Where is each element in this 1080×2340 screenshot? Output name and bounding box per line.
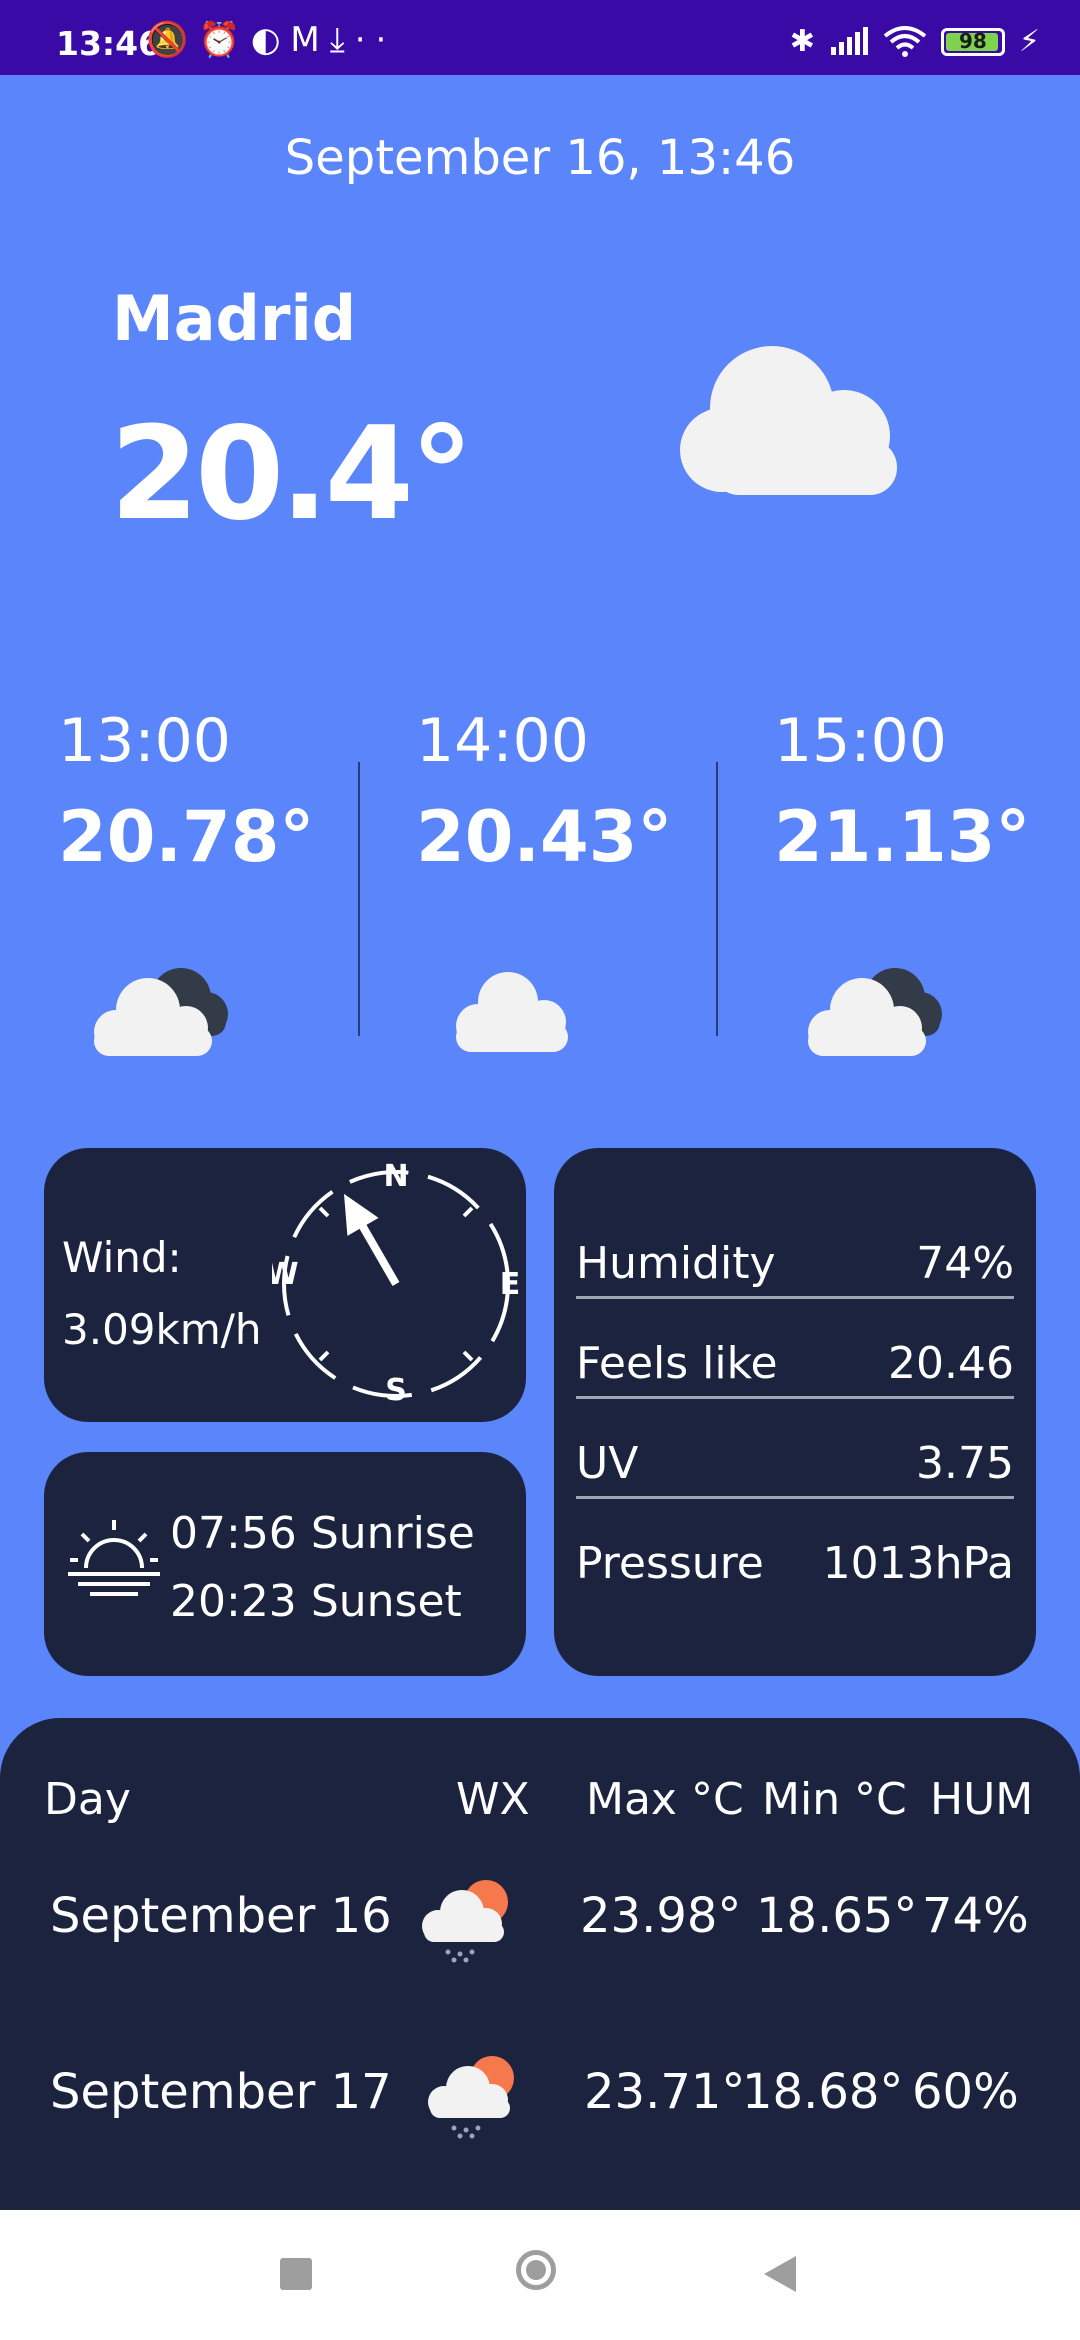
stat-value: 20.46 — [888, 1338, 1014, 1389]
stat-label: Pressure — [576, 1538, 764, 1589]
compass-south-label: S — [385, 1373, 407, 1408]
forecast-day: September 16 — [50, 1888, 392, 1944]
cloud-sun-rain-icon — [422, 1880, 508, 1963]
forecast-min: 18.65° — [756, 1888, 918, 1944]
forecast-max: 23.98° — [580, 1888, 742, 1944]
back-button[interactable] — [762, 2254, 798, 2294]
hour-temperature: 20.43° — [416, 796, 673, 878]
hourly-divider — [358, 762, 360, 1036]
stat-label: Humidity — [576, 1238, 776, 1289]
forecast-min: 18.68° — [742, 2064, 904, 2120]
city-name: Madrid — [112, 282, 357, 355]
hour-temperature: 20.78° — [58, 796, 315, 878]
sunrise-icon — [68, 1520, 160, 1596]
date-time: September 16, 13:46 — [284, 130, 796, 186]
stat-uv: UV 3.75 — [576, 1438, 1014, 1489]
hour-temperature: 21.13° — [774, 796, 1031, 878]
navigation-bar — [0, 2210, 1080, 2340]
header-day: Day — [44, 1774, 131, 1825]
forecast-max: 23.71° — [584, 2064, 746, 2120]
header-wx: WX — [456, 1774, 530, 1825]
battery-icon: 98 — [940, 27, 1005, 56]
more-dots-icon: ·· — [354, 20, 397, 60]
status-right-icons: ✱ 98 ⚡ — [790, 24, 1040, 59]
forecast-day: September 17 — [50, 2064, 392, 2120]
stat-divider — [576, 1396, 1014, 1399]
stats-card: Humidity 74% Feels like 20.46 UV 3.75 Pr… — [554, 1148, 1036, 1676]
sun-card: 07:56 Sunrise 20:23 Sunset — [44, 1452, 526, 1676]
sunset-time: 20:23 — [170, 1576, 297, 1627]
cloud-dark-icon — [808, 968, 942, 1056]
wind-info: Wind: 3.09km/h — [62, 1222, 262, 1366]
wind-card: Wind: 3.09km/h N E S W — [44, 1148, 526, 1422]
hourly-item: 13:00 20.78° — [58, 706, 358, 878]
cloud-icon — [680, 346, 897, 495]
signal-icon — [830, 26, 868, 55]
wind-direction-arrow — [344, 1193, 400, 1286]
status-left-icons: 🔕⏰◐M⤓·· — [146, 20, 396, 60]
header-min: Min °C — [762, 1774, 907, 1825]
hour-time: 14:00 — [416, 706, 589, 776]
recents-button[interactable] — [280, 2258, 312, 2290]
sunrise-time: 07:56 — [170, 1508, 297, 1559]
app-icon: ◐ — [250, 20, 291, 60]
stat-value: 74% — [916, 1238, 1014, 1289]
compass-north-label: N — [383, 1160, 408, 1194]
forecast-table: Day WX Max °C Min °C HUM September 16 23… — [0, 1718, 1080, 2210]
wind-compass: N E S W — [272, 1160, 520, 1408]
wifi-icon — [883, 25, 927, 57]
stat-label: UV — [576, 1438, 639, 1489]
bluetooth-icon: ✱ — [789, 24, 815, 59]
wind-label: Wind: — [62, 1233, 182, 1282]
stat-label: Feels like — [576, 1338, 778, 1389]
stat-value: 1013hPa — [822, 1538, 1014, 1589]
alarm-icon: ⏰ — [198, 20, 251, 60]
sunset-label: Sunset — [310, 1576, 462, 1627]
cloud-icon — [456, 972, 568, 1052]
stat-humidity: Humidity 74% — [576, 1238, 1014, 1289]
status-bar: 13:46 🔕⏰◐M⤓·· ✱ 98 ⚡ — [0, 0, 1080, 75]
gmail-icon: M — [290, 20, 330, 60]
hour-time: 15:00 — [774, 706, 947, 776]
muted-bell-icon: 🔕 — [146, 20, 199, 60]
hour-time: 13:00 — [58, 706, 231, 776]
stat-divider — [576, 1296, 1014, 1299]
hourly-item: 14:00 20.43° — [416, 706, 716, 878]
sunset-row: 20:23 Sunset — [170, 1576, 462, 1627]
wind-speed: 3.09km/h — [62, 1305, 262, 1354]
stat-pressure: Pressure 1013hPa — [576, 1538, 1014, 1589]
compass-east-label: E — [500, 1267, 520, 1302]
cloud-dark-icon — [94, 968, 228, 1056]
stat-divider — [576, 1496, 1014, 1499]
forecast-hum: 74% — [922, 1888, 1029, 1944]
hourly-divider — [716, 762, 718, 1036]
stat-value: 3.75 — [916, 1438, 1014, 1489]
compass-west-label: W — [272, 1257, 299, 1292]
battery-level: 98 — [959, 28, 987, 53]
forecast-hum: 60% — [912, 2064, 1019, 2120]
header-hum: HUM — [930, 1774, 1034, 1825]
home-button[interactable] — [516, 2250, 556, 2290]
hourly-item: 15:00 21.13° — [774, 706, 1074, 878]
download-icon: ⤓ — [329, 20, 355, 60]
charging-icon: ⚡ — [1018, 24, 1040, 59]
sunrise-label: Sunrise — [310, 1508, 475, 1559]
cloud-sun-rain-icon — [428, 2056, 514, 2139]
current-temperature: 20.4° — [110, 400, 474, 549]
stat-feels-like: Feels like 20.46 — [576, 1338, 1014, 1389]
header-max: Max °C — [586, 1774, 744, 1825]
sunrise-row: 07:56 Sunrise — [170, 1508, 475, 1559]
